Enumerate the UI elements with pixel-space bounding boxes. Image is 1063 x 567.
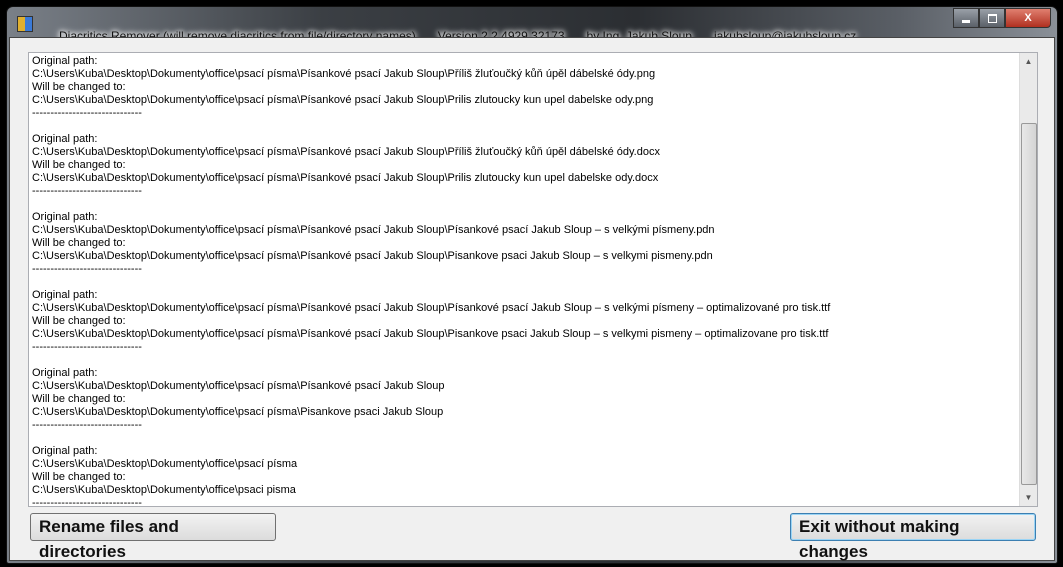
log-line: C:\Users\Kuba\Desktop\Dokumenty\office\p… <box>32 224 715 236</box>
log-line: C:\Users\Kuba\Desktop\Dokumenty\office\p… <box>32 458 298 470</box>
close-button[interactable]: X <box>1005 8 1051 28</box>
title-bar[interactable]: Diacritics Remover (will remove diacriti… <box>7 7 1057 43</box>
scroll-down-icon[interactable]: ▼ <box>1020 489 1037 506</box>
log-line: ------------------------------ <box>32 497 142 507</box>
minimize-icon <box>962 19 970 23</box>
log-line: C:\Users\Kuba\Desktop\Dokumenty\office\p… <box>32 94 654 106</box>
log-line: Original path: <box>32 211 98 223</box>
log-text: Original path: C:\Users\Kuba\Desktop\Doku… <box>32 55 831 507</box>
log-line: Will be changed to: <box>32 315 126 327</box>
log-line: C:\Users\Kuba\Desktop\Dokumenty\office\p… <box>32 484 296 496</box>
log-line: Original path: <box>32 367 98 379</box>
log-line: C:\Users\Kuba\Desktop\Dokumenty\office\p… <box>32 68 656 80</box>
app-icon <box>17 16 33 32</box>
log-line: ------------------------------ <box>32 341 142 353</box>
log-line: Will be changed to: <box>32 159 126 171</box>
exit-button[interactable]: Exit without making changes <box>790 513 1036 561</box>
scrollbar-thumb[interactable] <box>1021 123 1037 485</box>
log-line: ------------------------------ <box>32 263 142 275</box>
log-line: C:\Users\Kuba\Desktop\Dokumenty\office\p… <box>32 380 445 392</box>
log-line: Original path: <box>32 133 98 145</box>
log-line: ------------------------------ <box>32 107 142 119</box>
log-line: Will be changed to: <box>32 393 126 405</box>
log-line: ------------------------------ <box>32 419 142 431</box>
log-line: Original path: <box>32 289 98 301</box>
log-line: C:\Users\Kuba\Desktop\Dokumenty\office\p… <box>32 328 829 340</box>
log-line: C:\Users\Kuba\Desktop\Dokumenty\office\p… <box>32 250 713 262</box>
rename-button[interactable]: Rename files and directories <box>30 513 276 561</box>
client-area: Original path: C:\Users\Kuba\Desktop\Doku… <box>9 37 1055 561</box>
maximize-button[interactable] <box>979 8 1005 28</box>
log-line: Original path: <box>32 55 98 67</box>
close-icon: X <box>1024 12 1032 24</box>
app-window: Diacritics Remover (will remove diacriti… <box>6 6 1058 564</box>
log-line: Will be changed to: <box>32 471 126 483</box>
log-line: ------------------------------ <box>32 185 142 197</box>
minimize-button[interactable] <box>953 8 979 28</box>
log-line: C:\Users\Kuba\Desktop\Dokumenty\office\p… <box>32 302 831 314</box>
scroll-up-icon[interactable]: ▲ <box>1020 53 1037 70</box>
output-log[interactable]: Original path: C:\Users\Kuba\Desktop\Doku… <box>28 52 1038 507</box>
vertical-scrollbar[interactable]: ▲ ▼ <box>1019 53 1037 506</box>
maximize-icon <box>987 13 997 23</box>
log-line: Will be changed to: <box>32 237 126 249</box>
log-line: C:\Users\Kuba\Desktop\Dokumenty\office\p… <box>32 172 659 184</box>
log-line: Will be changed to: <box>32 81 126 93</box>
log-line: C:\Users\Kuba\Desktop\Dokumenty\office\p… <box>32 406 444 418</box>
log-line: C:\Users\Kuba\Desktop\Dokumenty\office\p… <box>32 146 660 158</box>
log-line: Original path: <box>32 445 98 457</box>
